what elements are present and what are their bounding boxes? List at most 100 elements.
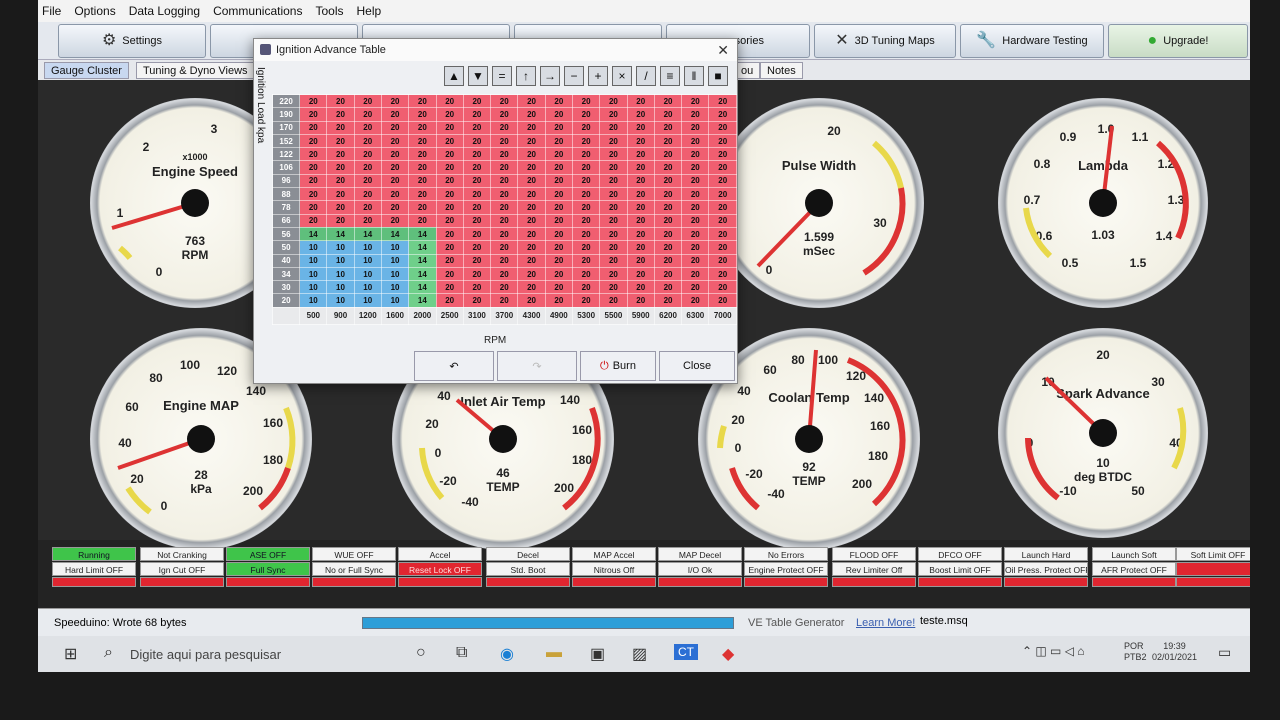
table-cell[interactable]: 20 bbox=[462, 200, 492, 215]
rpm-axis-cell[interactable]: 3700 bbox=[490, 306, 519, 325]
table-cell[interactable]: 20 bbox=[653, 187, 683, 202]
load-axis-cell[interactable]: 96 bbox=[271, 173, 301, 189]
table-cell[interactable]: 10 bbox=[326, 253, 355, 268]
table-cell[interactable]: 20 bbox=[653, 173, 683, 189]
table-cell[interactable]: 20 bbox=[380, 160, 410, 175]
table-cell[interactable]: 20 bbox=[326, 173, 355, 189]
table-cell[interactable]: 10 bbox=[326, 240, 355, 255]
task-view-icon[interactable]: ⧉ bbox=[456, 644, 467, 662]
table-cell[interactable]: 20 bbox=[299, 173, 328, 189]
load-axis-cell[interactable]: 66 bbox=[271, 213, 301, 228]
table-cell[interactable]: 20 bbox=[299, 93, 328, 109]
load-axis-cell[interactable]: 56 bbox=[271, 226, 301, 242]
table-cell[interactable]: 20 bbox=[653, 107, 683, 122]
table-cell[interactable]: 20 bbox=[544, 266, 573, 282]
table-cell[interactable]: 20 bbox=[408, 160, 437, 175]
table-cell[interactable]: 20 bbox=[626, 226, 655, 242]
table-cell[interactable]: 20 bbox=[681, 213, 710, 228]
table-cell[interactable]: 20 bbox=[326, 200, 355, 215]
table-cell[interactable]: 20 bbox=[544, 200, 573, 215]
table-cell[interactable]: 20 bbox=[653, 280, 683, 295]
table-cell[interactable]: 20 bbox=[299, 200, 328, 215]
table-cell[interactable]: 20 bbox=[435, 147, 464, 162]
rpm-axis-cell[interactable]: 4900 bbox=[544, 306, 573, 325]
settings-button[interactable]: ⚙ Settings bbox=[58, 24, 206, 58]
upgrade-button[interactable]: ● Upgrade! bbox=[1108, 24, 1248, 58]
table-cell[interactable]: 20 bbox=[490, 93, 519, 109]
decrease-fine-icon[interactable]: ▼ bbox=[468, 66, 488, 86]
3d-tuning-maps-button[interactable]: ✕ 3D Tuning Maps bbox=[814, 24, 956, 58]
table-cell[interactable]: 20 bbox=[380, 173, 410, 189]
ignition-table-grid[interactable]: 220 20 20 20 20 20 20 20 20 20 20 20 20 20 20 20 20 190 20… bbox=[271, 93, 737, 325]
table-cell[interactable]: 20 bbox=[599, 187, 628, 202]
table-cell[interactable]: 20 bbox=[299, 213, 328, 228]
table-cell[interactable]: 20 bbox=[408, 200, 437, 215]
table-cell[interactable]: 14 bbox=[299, 226, 328, 242]
rpm-axis-cell[interactable]: 5300 bbox=[571, 306, 601, 325]
load-axis-cell[interactable]: 220 bbox=[271, 93, 301, 109]
edge-icon[interactable]: ◉ bbox=[500, 644, 514, 664]
table-cell[interactable]: 20 bbox=[599, 253, 628, 268]
table-cell[interactable]: 20 bbox=[626, 133, 655, 149]
table-cell[interactable]: 20 bbox=[571, 226, 601, 242]
table-cell[interactable]: 20 bbox=[490, 200, 519, 215]
table-cell[interactable]: 20 bbox=[380, 120, 410, 135]
table-cell[interactable]: 20 bbox=[326, 147, 355, 162]
table-cell[interactable]: 20 bbox=[517, 226, 546, 242]
table-cell[interactable]: 20 bbox=[462, 293, 492, 308]
table-cell[interactable]: 10 bbox=[353, 240, 382, 255]
table-cell[interactable]: 20 bbox=[517, 147, 546, 162]
table-cell[interactable]: 14 bbox=[326, 226, 355, 242]
table-cell[interactable]: 10 bbox=[299, 266, 328, 282]
table-cell[interactable]: 20 bbox=[408, 173, 437, 189]
table-cell[interactable]: 20 bbox=[708, 200, 737, 215]
table-cell[interactable]: 20 bbox=[571, 93, 601, 109]
table-cell[interactable]: 20 bbox=[571, 266, 601, 282]
table-cell[interactable]: 20 bbox=[435, 187, 464, 202]
table-cell[interactable]: 20 bbox=[599, 280, 628, 295]
table-cell[interactable]: 20 bbox=[653, 213, 683, 228]
table-cell[interactable]: 20 bbox=[462, 266, 492, 282]
table-cell[interactable]: 20 bbox=[681, 120, 710, 135]
table-cell[interactable]: 20 bbox=[571, 133, 601, 149]
load-axis-cell[interactable]: 40 bbox=[271, 253, 301, 268]
rpm-axis-cell[interactable]: 3100 bbox=[462, 306, 492, 325]
table-cell[interactable]: 20 bbox=[708, 107, 737, 122]
table-cell[interactable]: 10 bbox=[299, 293, 328, 308]
menu-help[interactable]: Help bbox=[356, 4, 381, 18]
table-cell[interactable]: 20 bbox=[599, 213, 628, 228]
table-cell[interactable]: 20 bbox=[462, 160, 492, 175]
table-cell[interactable]: 20 bbox=[408, 147, 437, 162]
table-cell[interactable]: 20 bbox=[435, 107, 464, 122]
table-cell[interactable]: 10 bbox=[299, 240, 328, 255]
table-cell[interactable]: 10 bbox=[353, 280, 382, 295]
rpm-axis-cell[interactable]: 2000 bbox=[408, 306, 437, 325]
table-cell[interactable]: 20 bbox=[299, 107, 328, 122]
table-cell[interactable]: 20 bbox=[462, 213, 492, 228]
table-cell[interactable]: 20 bbox=[571, 107, 601, 122]
table-cell[interactable]: 20 bbox=[708, 133, 737, 149]
table-cell[interactable]: 20 bbox=[681, 293, 710, 308]
table-cell[interactable]: 20 bbox=[599, 133, 628, 149]
table-cell[interactable]: 20 bbox=[380, 187, 410, 202]
table-cell[interactable]: 20 bbox=[408, 213, 437, 228]
table-cell[interactable]: 10 bbox=[353, 253, 382, 268]
rpm-axis-cell[interactable]: 7000 bbox=[708, 306, 737, 325]
table-cell[interactable]: 20 bbox=[353, 133, 382, 149]
table-cell[interactable]: 20 bbox=[462, 173, 492, 189]
table-cell[interactable]: 20 bbox=[626, 107, 655, 122]
table-cell[interactable]: 20 bbox=[599, 226, 628, 242]
table-cell[interactable]: 20 bbox=[462, 253, 492, 268]
table-cell[interactable]: 20 bbox=[490, 160, 519, 175]
table-cell[interactable]: 20 bbox=[517, 280, 546, 295]
table-cell[interactable]: 10 bbox=[380, 253, 410, 268]
table-cell[interactable]: 10 bbox=[380, 280, 410, 295]
table-cell[interactable]: 20 bbox=[435, 213, 464, 228]
table-cell[interactable]: 20 bbox=[599, 293, 628, 308]
table-cell[interactable]: 20 bbox=[626, 147, 655, 162]
table-cell[interactable]: 20 bbox=[708, 213, 737, 228]
table-cell[interactable]: 20 bbox=[626, 293, 655, 308]
table-cell[interactable]: 20 bbox=[517, 266, 546, 282]
menu-tools[interactable]: Tools bbox=[315, 4, 343, 18]
table-cell[interactable]: 20 bbox=[626, 240, 655, 255]
